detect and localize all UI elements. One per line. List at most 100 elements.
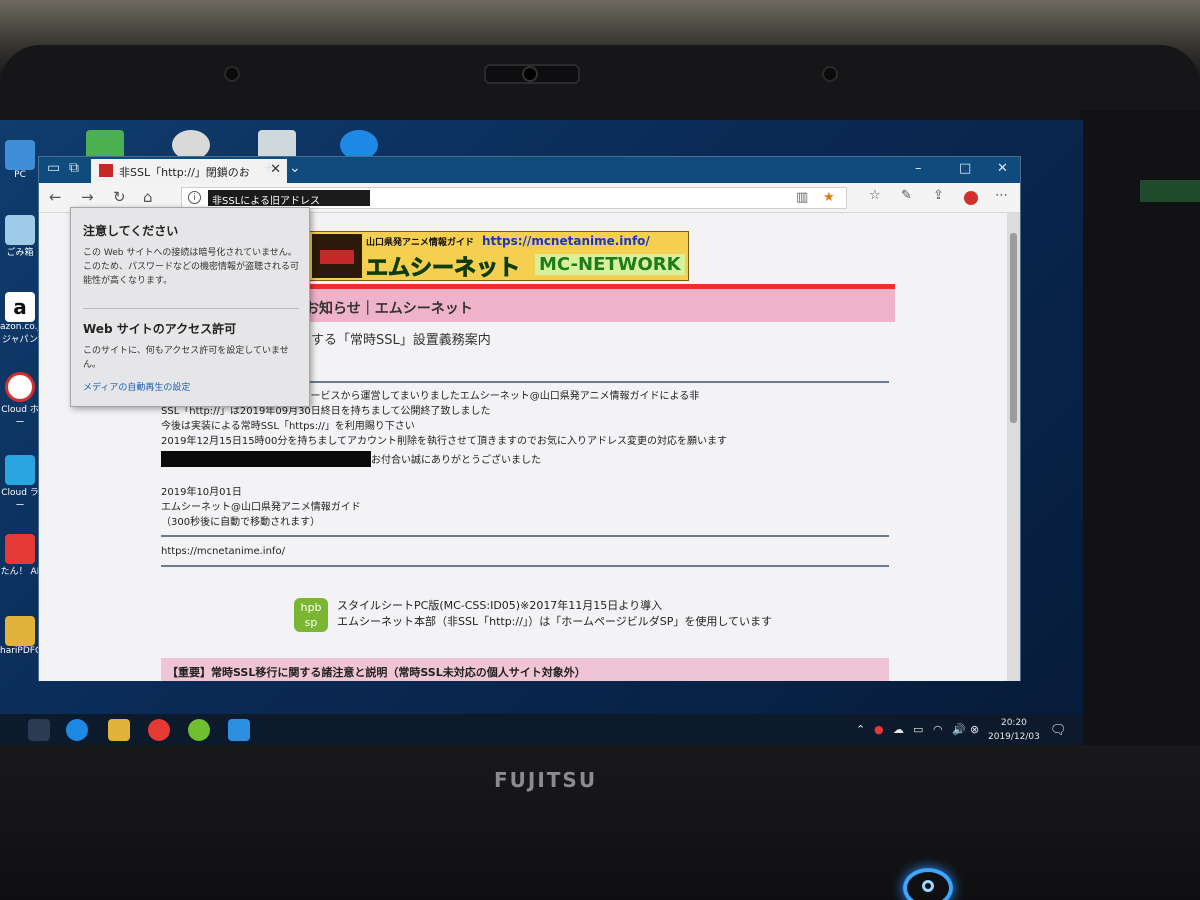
builder-info: エムシーネット本部（非SSL「http://」）は「ホームページビルダSP」を使… bbox=[337, 615, 773, 628]
bezel-screw bbox=[822, 66, 838, 82]
banner-url: https://mcnetanime.info/ bbox=[482, 234, 650, 248]
desktop-icon-label: ごみ箱 bbox=[6, 248, 34, 258]
chrome-icon[interactable] bbox=[148, 719, 170, 741]
desktop-icon-ai[interactable]: たん！ AI bbox=[0, 534, 40, 577]
set-aside-tabs-icon[interactable]: ⧉ bbox=[69, 160, 79, 176]
tab-preview-icon[interactable]: ▭ bbox=[47, 160, 60, 176]
webcam-lens bbox=[522, 66, 538, 82]
clock-time: 20:20 bbox=[1000, 718, 1027, 728]
app-taskbar-icon[interactable] bbox=[188, 719, 210, 741]
pc-icon bbox=[5, 140, 35, 170]
desktop-icon-recycle-bin[interactable]: ごみ箱 bbox=[0, 215, 40, 258]
address-text[interactable]: 非SSLによる旧アドレス bbox=[208, 190, 370, 207]
minimize-button[interactable]: – bbox=[915, 161, 922, 176]
forward-button[interactable]: → bbox=[81, 188, 94, 206]
browser-tab[interactable]: 非SSL「http://」閉鎖のお ✕ bbox=[91, 159, 287, 183]
address-bar[interactable]: i 非SSLによる旧アドレス ▥ ★ bbox=[181, 187, 847, 209]
maximize-button[interactable]: □ bbox=[959, 161, 971, 176]
home-button[interactable]: ⌂ bbox=[143, 188, 153, 206]
media-autoplay-settings-link[interactable]: メディアの自動再生の設定 bbox=[83, 380, 190, 393]
desktop-icon-label: Cloud ホー bbox=[1, 405, 39, 428]
refresh-button[interactable]: ↻ bbox=[113, 188, 126, 206]
desktop-icon-cloud-home[interactable]: Cloud ホー bbox=[0, 372, 40, 428]
desktop-icon-label: たん！ AI bbox=[0, 567, 40, 577]
more-menu-icon[interactable]: ⋯ bbox=[995, 188, 1008, 203]
divider bbox=[161, 535, 889, 537]
background-object bbox=[1140, 180, 1200, 202]
desktop-icon-label: Cloud ラ ー bbox=[1, 488, 39, 511]
desktop-icon-pc[interactable]: PC bbox=[0, 140, 40, 180]
taskbar-clock[interactable]: 20:20 2019/12/03 bbox=[988, 716, 1040, 744]
status-icon[interactable]: ⊗ bbox=[970, 723, 979, 736]
file-explorer-icon[interactable] bbox=[108, 719, 130, 741]
show-hidden-icons-chevron-icon[interactable]: ⌃ bbox=[856, 723, 865, 736]
redacted-text bbox=[161, 451, 371, 467]
battery-icon[interactable]: ▭ bbox=[913, 723, 923, 736]
divider bbox=[161, 565, 889, 567]
amazon-icon: a bbox=[5, 292, 35, 322]
site-info-popup: 注意してください この Web サイトへの接続は暗号化されていません。このため、… bbox=[70, 207, 310, 407]
speaker-app-icon bbox=[5, 534, 35, 564]
vertical-scrollbar[interactable] bbox=[1007, 213, 1020, 681]
favorite-star-icon[interactable]: ★ bbox=[823, 190, 835, 205]
pen-icon[interactable]: ✎ bbox=[901, 188, 912, 203]
site-link[interactable]: https://mcnetanime.info/ bbox=[161, 544, 285, 559]
reading-view-icon[interactable]: ▥ bbox=[796, 190, 808, 205]
notice-signature: エムシーネット@山口県発アニメ情報ガイド bbox=[161, 502, 361, 513]
laptop-brand-logo: FUJITSU bbox=[494, 768, 598, 792]
banner-site-name: エムシーネット bbox=[365, 256, 521, 282]
tab-bar: ▭ ⧉ 非SSL「http://」閉鎖のお ✕ + ⌄ – □ ✕ bbox=[39, 157, 1020, 183]
desktop-icon-label: PC bbox=[14, 170, 26, 180]
desktop-icon-label: azon.co.j ジャパン bbox=[0, 322, 40, 345]
task-view-icon[interactable] bbox=[28, 719, 50, 741]
popup-divider bbox=[83, 308, 299, 309]
laptop-top-bezel bbox=[0, 45, 1200, 130]
action-center-icon[interactable]: 🗨 bbox=[1050, 723, 1067, 738]
close-window-button[interactable]: ✕ bbox=[997, 161, 1008, 176]
new-tab-button[interactable]: + bbox=[263, 160, 275, 176]
popup-warning-heading: 注意してください bbox=[83, 224, 179, 238]
scrollbar-thumb[interactable] bbox=[1010, 233, 1017, 423]
banner-network-name: MC-NETWORK bbox=[535, 254, 685, 275]
cloud-launcher-icon bbox=[5, 455, 35, 485]
edge-taskbar-icon[interactable] bbox=[66, 719, 88, 741]
popup-warning-text: この Web サイトへの接続は暗号化されていません。このため、パスワードなどの機… bbox=[83, 248, 300, 286]
banner-tagline: 山口県発アニメ情報ガイド bbox=[366, 238, 474, 248]
mail-icon[interactable] bbox=[228, 719, 250, 741]
site-favicon bbox=[99, 164, 113, 177]
onedrive-icon[interactable]: ☁ bbox=[893, 723, 904, 736]
share-icon[interactable]: ⇪ bbox=[933, 188, 944, 203]
cloud-icon bbox=[5, 372, 35, 402]
clock-date: 2019/12/03 bbox=[988, 732, 1040, 742]
site-banner[interactable]: 山口県発アニメ情報ガイド https://mcnetanime.info/ エム… bbox=[309, 231, 689, 282]
desktop-icon-cloud-launcher[interactable]: Cloud ラ ー bbox=[0, 455, 40, 511]
desktop-icon-label: hariPDFC bbox=[0, 646, 40, 656]
laptop-bottom-bezel bbox=[0, 745, 1200, 900]
notice-date: 2019年10月01日 bbox=[161, 487, 242, 498]
notice-text: 2019年12月15日15時00分を持ちましてアカウント削除を執行させて頂きます… bbox=[161, 436, 728, 447]
stylesheet-info: スタイルシートPC版(MC-CSS:ID05)※2017年11月15日より導入 bbox=[337, 599, 663, 612]
wifi-icon[interactable]: ◠ bbox=[933, 723, 943, 736]
power-button[interactable] bbox=[903, 868, 953, 900]
laptop-right-bezel bbox=[1080, 110, 1200, 760]
windows-taskbar: ⌃ ● ☁ ▭ ◠ 🔊 ⊗ 20:20 2019/12/03 🗨 bbox=[0, 714, 1083, 746]
homepage-builder-logo: hpb sp bbox=[294, 598, 328, 632]
recycle-bin-icon bbox=[5, 215, 35, 245]
desktop-icon-amazon[interactable]: a azon.co.j ジャパン bbox=[0, 292, 40, 345]
volume-icon[interactable]: 🔊 bbox=[952, 723, 966, 736]
redirect-notice: （300秒後に自動で移動されます） bbox=[161, 517, 321, 528]
extension-icon[interactable] bbox=[964, 191, 978, 205]
notice-text: 今後は実装による常時SSL「https://」を利用賜り下さい bbox=[161, 421, 415, 432]
popup-permissions-text: このサイトに、何もアクセス許可を設定していません。 bbox=[83, 346, 289, 370]
favorites-hub-icon[interactable]: ☆ bbox=[869, 188, 881, 203]
page-subtitle: する「常時SSL」設置義務案内 bbox=[311, 333, 491, 348]
important-notice-text: 【重要】常時SSL移行に関する諸注意と説明（常時SSL未対応の個人サイト対象外） bbox=[167, 666, 586, 679]
security-tray-icon[interactable]: ● bbox=[874, 723, 884, 736]
desktop-icon-pdf[interactable]: hariPDFC bbox=[0, 616, 40, 656]
back-button[interactable]: ← bbox=[49, 188, 62, 206]
site-info-icon[interactable]: i bbox=[188, 191, 201, 204]
folder-icon bbox=[5, 616, 35, 646]
site-logo bbox=[312, 234, 362, 278]
tab-menu-chevron-icon[interactable]: ⌄ bbox=[289, 160, 301, 176]
bezel-screw bbox=[224, 66, 240, 82]
